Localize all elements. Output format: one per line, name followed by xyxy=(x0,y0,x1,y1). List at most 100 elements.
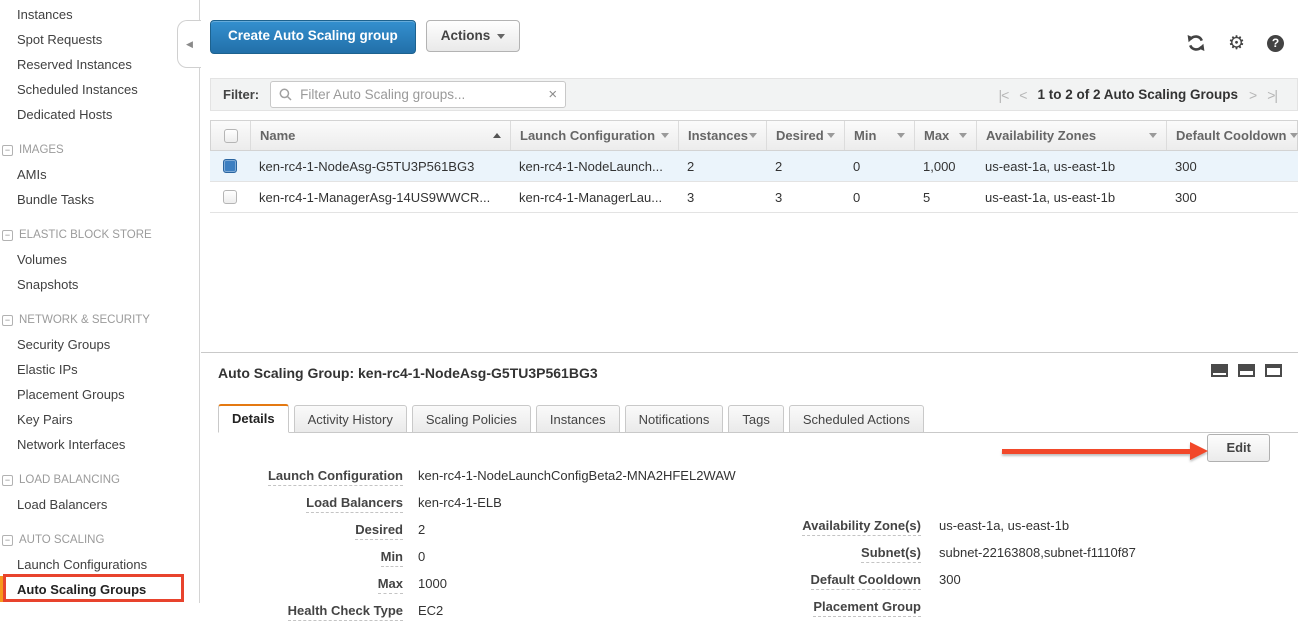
clear-filter-icon[interactable]: × xyxy=(548,87,557,102)
sidebar-item-label: Bundle Tasks xyxy=(17,192,94,207)
row-checkbox[interactable] xyxy=(223,190,237,204)
sidebar-section-load-balancing[interactable]: −LOAD BALANCING xyxy=(0,468,199,492)
first-page-button[interactable]: |< xyxy=(998,87,1008,103)
filter-searchbox[interactable]: × xyxy=(270,81,566,108)
sort-ascending-icon xyxy=(493,133,501,138)
sidebar-item-amis[interactable]: AMIs xyxy=(0,162,199,187)
sidebar-item-spot-requests[interactable]: Spot Requests xyxy=(0,27,199,52)
sidebar-item-label: AMIs xyxy=(17,167,47,182)
collapse-minus-icon[interactable]: − xyxy=(2,535,13,546)
tab-scaling-policies[interactable]: Scaling Policies xyxy=(412,405,531,433)
sidebar-section-elastic-block-store[interactable]: −ELASTIC BLOCK STORE xyxy=(0,223,199,247)
collapse-minus-icon[interactable]: − xyxy=(2,475,13,486)
help-icon[interactable]: ? xyxy=(1267,35,1284,52)
column-header-min[interactable]: Min xyxy=(845,121,915,150)
field-label: Desired xyxy=(355,522,403,540)
collapse-minus-icon[interactable]: − xyxy=(2,315,13,326)
field-label-col: Min xyxy=(218,549,403,567)
column-header-launch-configuration[interactable]: Launch Configuration xyxy=(511,121,679,150)
sidebar-item-security-groups[interactable]: Security Groups xyxy=(0,332,199,357)
refresh-icon[interactable] xyxy=(1186,33,1206,53)
pane-layout-small-icon[interactable] xyxy=(1211,364,1228,377)
cell-min: 0 xyxy=(844,190,914,205)
sidebar-item-key-pairs[interactable]: Key Pairs xyxy=(0,407,199,432)
filter-input[interactable] xyxy=(298,86,548,103)
field-value: EC2 xyxy=(418,603,443,621)
table-row[interactable]: ken-rc4-1-NodeAsg-G5TU3P561BG3ken-rc4-1-… xyxy=(210,151,1298,182)
chevron-down-icon xyxy=(959,133,967,138)
previous-page-button[interactable]: < xyxy=(1019,87,1026,103)
field-row-default-cooldown: Default Cooldown300 xyxy=(741,572,1136,590)
tab-details[interactable]: Details xyxy=(218,404,289,433)
field-label: Default Cooldown xyxy=(811,572,922,590)
sidebar-section-network-security[interactable]: −NETWORK & SECURITY xyxy=(0,308,199,332)
column-header-default-cooldown[interactable]: Default Cooldown xyxy=(1167,121,1298,150)
cell-text: 2 xyxy=(687,159,694,174)
select-all-checkbox[interactable] xyxy=(224,129,238,143)
collapse-minus-icon[interactable]: − xyxy=(2,145,13,156)
row-checkbox-cell[interactable] xyxy=(210,159,250,173)
sidebar-item-placement-groups[interactable]: Placement Groups xyxy=(0,382,199,407)
last-page-button[interactable]: >| xyxy=(1267,87,1277,103)
sidebar-collapse-button[interactable]: ◀ xyxy=(177,20,201,68)
chevron-down-icon xyxy=(661,133,669,138)
edit-button[interactable]: Edit xyxy=(1207,434,1270,462)
column-label: Availability Zones xyxy=(986,128,1096,143)
column-header-availability-zones[interactable]: Availability Zones xyxy=(977,121,1167,150)
field-label: Placement Group xyxy=(813,599,921,617)
sidebar-item-load-balancers[interactable]: Load Balancers xyxy=(0,492,199,517)
field-row-launch-configuration: Launch Configurationken-rc4-1-NodeLaunch… xyxy=(218,468,1298,486)
field-row-availability-zone-s: Availability Zone(s)us-east-1a, us-east-… xyxy=(741,518,1136,536)
sidebar-item-volumes[interactable]: Volumes xyxy=(0,247,199,272)
collapse-minus-icon[interactable]: − xyxy=(2,230,13,241)
tab-label: Instances xyxy=(550,412,606,427)
sidebar-section-images[interactable]: −IMAGES xyxy=(0,138,199,162)
tab-instances[interactable]: Instances xyxy=(536,405,620,433)
tab-notifications[interactable]: Notifications xyxy=(625,405,724,433)
cell-text: 5 xyxy=(923,190,930,205)
sidebar-item-label: Dedicated Hosts xyxy=(17,107,112,122)
sidebar-item-snapshots[interactable]: Snapshots xyxy=(0,272,199,297)
cell-text: 2 xyxy=(775,159,782,174)
sidebar-item-instances[interactable]: Instances xyxy=(0,2,199,27)
table-row[interactable]: ken-rc4-1-ManagerAsg-14US9WWCR...ken-rc4… xyxy=(210,182,1298,213)
table-body: ken-rc4-1-NodeAsg-G5TU3P561BG3 ken-rc4-1-… xyxy=(210,151,1298,213)
cell-text: ken-rc4-1-NodeAsg-G5TU3P561BG3 xyxy=(259,159,474,174)
tab-label: Scheduled Actions xyxy=(803,412,910,427)
column-header-instances[interactable]: Instances xyxy=(679,121,767,150)
field-value: subnet-22163808,subnet-f1110f87 xyxy=(939,545,1136,563)
chevron-down-icon xyxy=(497,34,505,39)
sidebar-item-launch-configurations[interactable]: Launch Configurations xyxy=(0,552,199,577)
column-header-desired[interactable]: Desired xyxy=(767,121,845,150)
actions-label: Actions xyxy=(441,21,491,51)
sidebar-item-dedicated-hosts[interactable]: Dedicated Hosts xyxy=(0,102,199,127)
row-checkbox-cell[interactable] xyxy=(210,190,250,204)
sidebar-item-elastic-ips[interactable]: Elastic IPs xyxy=(0,357,199,382)
chevron-left-icon: ◀ xyxy=(186,39,193,50)
sidebar-item-network-interfaces[interactable]: Network Interfaces xyxy=(0,432,199,457)
sidebar-item-auto-scaling-groups[interactable]: Auto Scaling Groups xyxy=(0,577,199,602)
sidebar-item-label: Reserved Instances xyxy=(17,57,132,72)
sidebar-item-scheduled-instances[interactable]: Scheduled Instances xyxy=(0,77,199,102)
filter-label: Filter: xyxy=(223,87,259,102)
pane-layout-medium-icon[interactable] xyxy=(1238,364,1255,377)
sidebar-section-label: NETWORK & SECURITY xyxy=(19,314,150,326)
tab-scheduled-actions[interactable]: Scheduled Actions xyxy=(789,405,924,433)
column-header-max[interactable]: Max xyxy=(915,121,977,150)
sidebar-section-auto-scaling[interactable]: −AUTO SCALING xyxy=(0,528,199,552)
sidebar-item-bundle-tasks[interactable]: Bundle Tasks xyxy=(0,187,199,212)
actions-dropdown-button[interactable]: Actions xyxy=(426,20,521,52)
tab-tags[interactable]: Tags xyxy=(728,405,783,433)
select-all-checkbox-cell[interactable] xyxy=(211,121,251,150)
column-header-name[interactable]: Name xyxy=(251,121,511,150)
tab-activity-history[interactable]: Activity History xyxy=(294,405,407,433)
create-auto-scaling-group-button[interactable]: Create Auto Scaling group xyxy=(210,20,416,54)
next-page-button[interactable]: > xyxy=(1249,87,1256,103)
pane-layout-large-icon[interactable] xyxy=(1265,364,1282,377)
column-label: Default Cooldown xyxy=(1176,128,1287,143)
row-checkbox[interactable] xyxy=(223,159,237,173)
gear-icon[interactable]: ⚙ xyxy=(1228,34,1245,53)
field-value: 2 xyxy=(418,522,425,540)
table-header: NameLaunch ConfigurationInstancesDesired… xyxy=(210,120,1298,151)
sidebar-item-reserved-instances[interactable]: Reserved Instances xyxy=(0,52,199,77)
